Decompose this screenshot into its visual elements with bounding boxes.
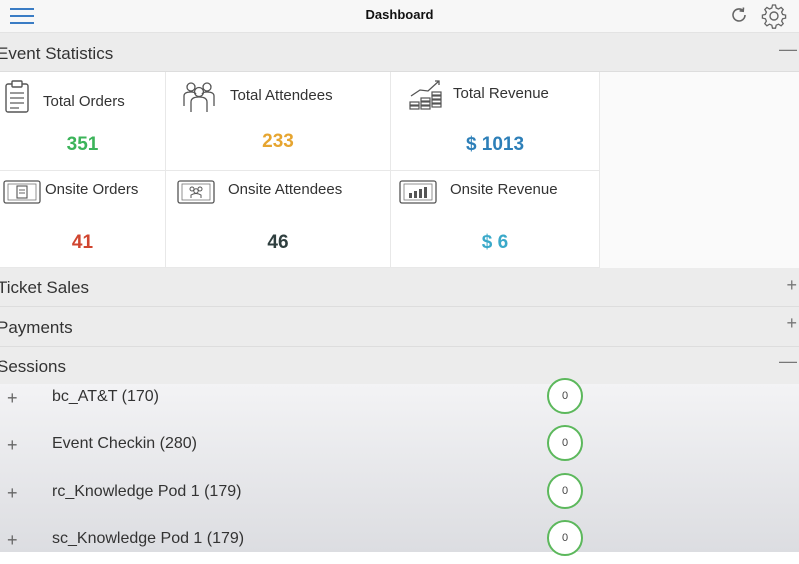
- clipboard-icon: [4, 80, 30, 119]
- collapse-icon[interactable]: —: [779, 39, 797, 60]
- stat-value: $ 1013: [465, 134, 525, 155]
- list-item[interactable]: + Event Checkin (280) 0: [0, 421, 799, 469]
- list-item[interactable]: + sc_Knowledge Pod 1 (179) 0: [0, 516, 799, 564]
- session-name: rc_Knowledge Pod 1 (179): [52, 483, 242, 500]
- session-name: Event Checkin (280): [52, 435, 197, 452]
- stat-label: Onsite Orders: [45, 181, 139, 198]
- expand-row-icon[interactable]: +: [7, 530, 18, 551]
- section-label: Payments: [0, 318, 73, 337]
- stat-value: 233: [262, 131, 294, 152]
- people-group-icon: [181, 80, 217, 119]
- top-bar: Dashboard: [0, 0, 799, 33]
- stats-empty-area: [600, 72, 799, 268]
- checkin-count-badge: 0: [547, 520, 583, 556]
- stat-onsite-revenue: Onsite Revenue $ 6: [391, 171, 600, 268]
- stat-total-attendees: Total Attendees 233: [166, 72, 391, 171]
- session-list: + bc_AT&T (170) 0 + Event Checkin (280) …: [0, 378, 799, 556]
- checkin-count-badge: 0: [547, 473, 583, 509]
- stat-total-revenue: Total Revenue $ 1013: [391, 72, 600, 171]
- section-label: Ticket Sales: [0, 278, 89, 297]
- page-title: Dashboard: [365, 7, 434, 22]
- stat-label: Total Attendees: [230, 87, 333, 104]
- section-event-statistics[interactable]: Event Statistics —: [0, 33, 799, 72]
- collapse-icon[interactable]: —: [779, 351, 797, 372]
- expand-row-icon[interactable]: +: [7, 483, 18, 504]
- expand-icon[interactable]: +: [786, 275, 797, 296]
- coins-chart-icon: [408, 78, 444, 117]
- stat-value: 41: [71, 232, 94, 253]
- list-item[interactable]: + rc_Knowledge Pod 1 (179) 0: [0, 469, 799, 517]
- expand-row-icon[interactable]: +: [7, 388, 18, 409]
- stat-label: Onsite Attendees: [228, 181, 343, 198]
- event-stats-grid: Total Orders 351 Total Attendees 233 Tot…: [0, 72, 600, 268]
- checkin-count-badge: 0: [547, 378, 583, 414]
- session-name: sc_Knowledge Pod 1 (179): [52, 530, 245, 547]
- stat-onsite-orders: Onsite Orders 41: [0, 171, 166, 268]
- tablet-clipboard-icon: [3, 179, 41, 210]
- session-name: bc_AT&T (170): [52, 388, 160, 405]
- section-payments[interactable]: Payments +: [0, 307, 799, 347]
- expand-icon[interactable]: +: [786, 313, 797, 334]
- stat-value: $ 6: [481, 232, 509, 253]
- stat-total-orders: Total Orders 351: [0, 72, 166, 171]
- stat-value: 351: [66, 134, 99, 155]
- stat-value: 46: [267, 232, 289, 253]
- section-label: Event Statistics: [0, 44, 114, 63]
- stat-label: Total Revenue: [453, 85, 549, 102]
- stat-onsite-attendees: Onsite Attendees 46: [166, 171, 391, 268]
- gear-icon[interactable]: [760, 2, 788, 30]
- stat-label: Total Orders: [43, 93, 125, 110]
- checkin-count-badge: 0: [547, 425, 583, 461]
- expand-row-icon[interactable]: +: [7, 435, 18, 456]
- list-item[interactable]: + bc_AT&T (170) 0: [0, 374, 799, 422]
- refresh-icon[interactable]: [728, 4, 750, 26]
- tablet-people-icon: [177, 179, 215, 210]
- stat-label: Onsite Revenue: [450, 181, 558, 198]
- tablet-chart-icon: [399, 179, 437, 210]
- section-ticket-sales[interactable]: Ticket Sales +: [0, 268, 799, 307]
